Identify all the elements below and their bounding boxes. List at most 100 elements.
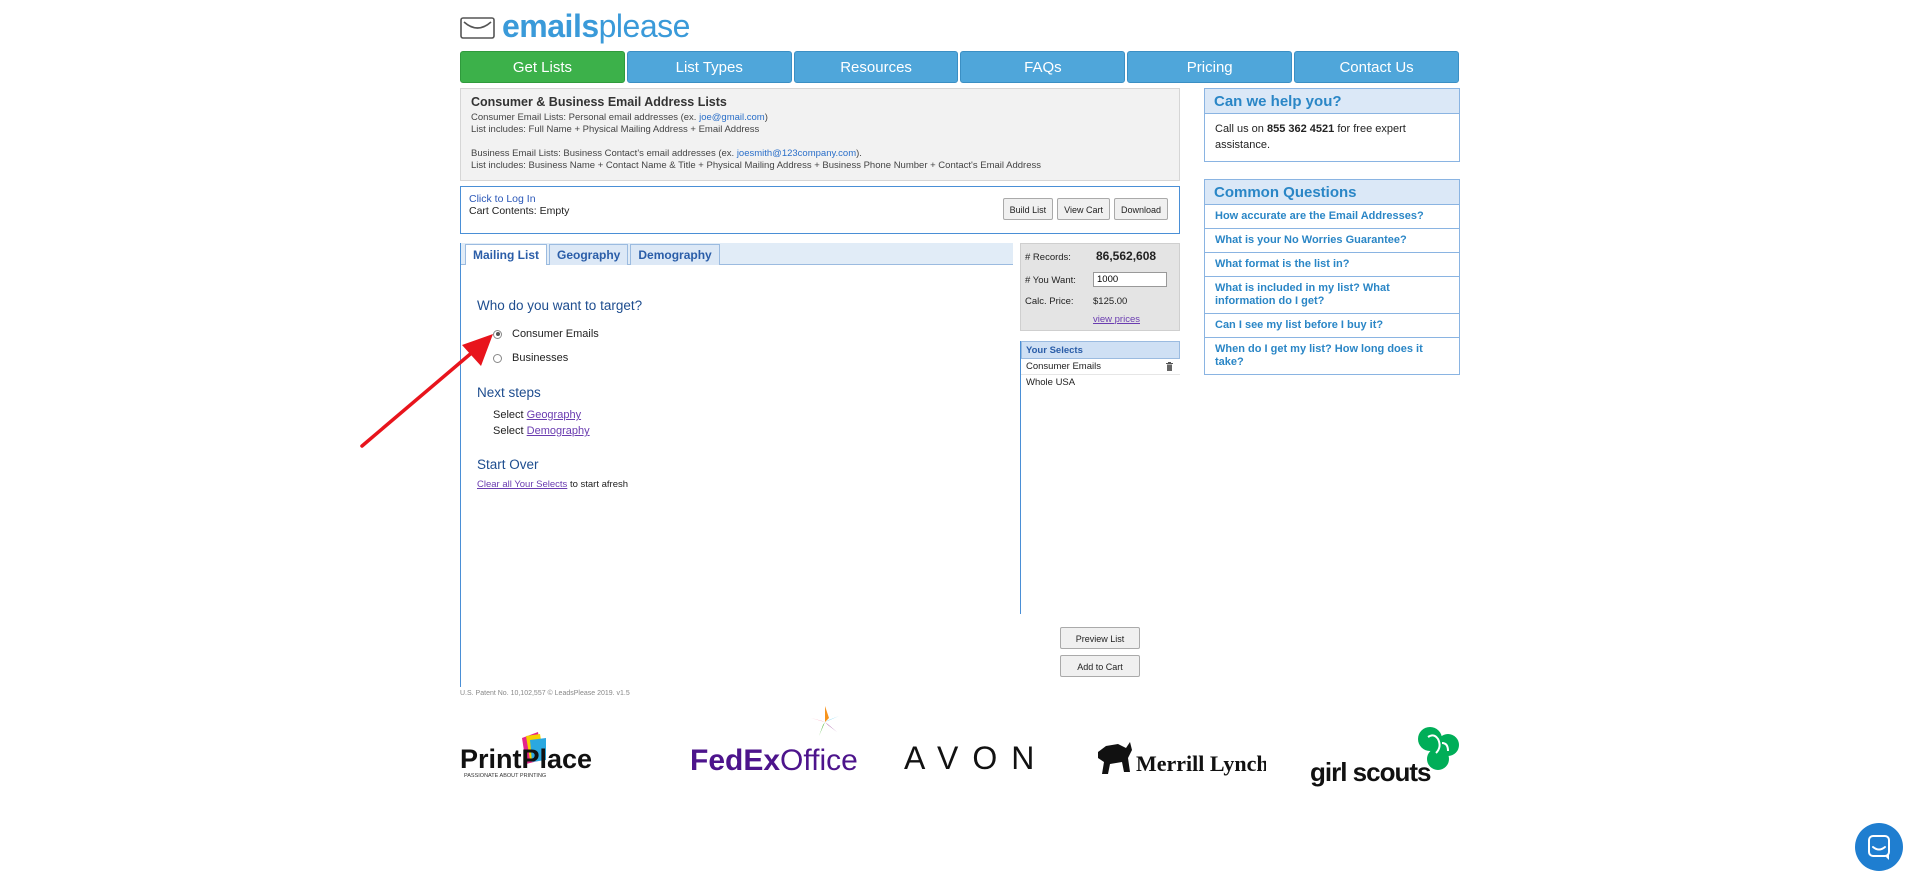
girl-scouts-wordmark: girl scouts bbox=[1310, 757, 1431, 787]
main-nav: Get Lists List Types Resources FAQs Pric… bbox=[460, 51, 1459, 83]
fedex-part-office: Office bbox=[780, 744, 858, 777]
price-value: $125.00 bbox=[1093, 296, 1128, 307]
site-logo[interactable]: emailsplease bbox=[460, 6, 690, 46]
add-to-cart-button[interactable]: Add to Cart bbox=[1060, 655, 1140, 677]
faq-link[interactable]: What format is the list in? bbox=[1205, 253, 1459, 277]
bull-icon bbox=[1098, 742, 1132, 774]
merrill-lynch-logo-graphic: Merrill Lynch bbox=[1098, 742, 1269, 776]
step-demography-prefix: Select bbox=[493, 425, 527, 437]
step-geography-prefix: Select bbox=[493, 409, 527, 421]
fedex-wordmark: FedExOffice bbox=[690, 744, 858, 777]
select-item: Whole USA bbox=[1021, 375, 1180, 390]
nav-list-types[interactable]: List Types bbox=[626, 51, 792, 83]
records-panel: # Records: 86,562,608 # You Want: Calc. … bbox=[1020, 243, 1180, 331]
printplace-logo-graphic: PrintPlace PASSIONATE ABOUT PRINTING bbox=[460, 732, 592, 779]
merrill-wordmark: Merrill Lynch bbox=[1136, 751, 1266, 776]
select-item-label: Consumer Emails bbox=[1026, 361, 1101, 372]
common-questions-heading: Common Questions bbox=[1205, 180, 1459, 205]
girl-scouts-logo-graphic: girl scouts bbox=[1310, 727, 1459, 787]
demography-link[interactable]: Demography bbox=[527, 425, 590, 437]
fedex-office-logo-graphic: FedExOffice bbox=[690, 706, 858, 777]
consumer-line-prefix: Consumer Email Lists: Personal email add… bbox=[471, 112, 700, 123]
girl-scouts-logo: girl scouts bbox=[1310, 725, 1462, 792]
faq-link[interactable]: Can I see my list before I buy it? bbox=[1205, 314, 1459, 338]
next-steps-heading: Next steps bbox=[477, 385, 541, 400]
logo-part-emails: emails bbox=[502, 8, 599, 44]
fedex-office-logo: FedExOffice bbox=[690, 704, 860, 785]
help-text: Call us on 855 362 4521 for free expert … bbox=[1205, 114, 1459, 160]
account-bar: Click to Log In Cart Contents: Empty Bui… bbox=[460, 186, 1180, 234]
consumer-description: Consumer Email Lists: Personal email add… bbox=[471, 112, 1169, 124]
help-heading: Can we help you? bbox=[1205, 89, 1459, 114]
download-button[interactable]: Download bbox=[1113, 198, 1168, 220]
target-question: Who do you want to target? bbox=[477, 298, 643, 313]
business-example-link[interactable]: joesmith@123company.com bbox=[737, 148, 856, 159]
start-over-heading: Start Over bbox=[477, 457, 539, 472]
fedex-part-fedex: FedEx bbox=[690, 744, 780, 777]
faq-link[interactable]: When do I get my list? How long does it … bbox=[1205, 338, 1459, 374]
help-text-prefix: Call us on bbox=[1215, 123, 1267, 135]
businesses-radio[interactable] bbox=[493, 353, 502, 363]
records-label: # Records: bbox=[1025, 252, 1071, 263]
builder-tabs: Mailing List Geography Demography bbox=[461, 243, 1013, 265]
price-label: Calc. Price: bbox=[1025, 296, 1074, 307]
business-line-suffix: ). bbox=[856, 148, 862, 159]
clear-selects-link[interactable]: Clear all Your Selects bbox=[477, 479, 567, 490]
business-line-prefix: Business Email Lists: Business Contact's… bbox=[471, 148, 737, 159]
business-includes: List includes: Business Name + Contact N… bbox=[471, 160, 1041, 171]
nav-resources[interactable]: Resources bbox=[793, 51, 959, 83]
nav-faqs[interactable]: FAQs bbox=[960, 51, 1126, 83]
your-selects-heading: Your Selects bbox=[1021, 341, 1180, 359]
faq-link[interactable]: How accurate are the Email Addresses? bbox=[1205, 205, 1459, 229]
preview-list-button[interactable]: Preview List bbox=[1060, 627, 1140, 649]
want-label: # You Want: bbox=[1025, 275, 1076, 286]
tab-geography[interactable]: Geography bbox=[549, 244, 629, 265]
select-item: Consumer Emails bbox=[1021, 359, 1180, 375]
consumer-line-suffix: ) bbox=[764, 112, 768, 123]
nav-get-lists[interactable]: Get Lists bbox=[460, 51, 625, 83]
info-title: Consumer & Business Email Address Lists bbox=[471, 95, 727, 109]
quantity-input[interactable] bbox=[1093, 272, 1167, 287]
client-logos: PrintPlace PASSIONATE ABOUT PRINTING Fed… bbox=[460, 700, 1460, 790]
nav-contact-us[interactable]: Contact Us bbox=[1294, 51, 1459, 83]
merrill-lynch-logo: Merrill Lynch bbox=[1096, 738, 1269, 787]
consumer-emails-radio[interactable] bbox=[493, 329, 502, 339]
records-value: 86,562,608 bbox=[1096, 249, 1157, 263]
geography-link[interactable]: Geography bbox=[527, 409, 581, 421]
build-list-button[interactable]: Build List bbox=[1002, 198, 1054, 220]
printplace-wordmark: PrintPlace bbox=[460, 744, 592, 774]
step-demography: Select Demography bbox=[493, 425, 590, 437]
view-prices-link[interactable]: view prices bbox=[1093, 314, 1140, 325]
logo-text: emailsplease bbox=[502, 6, 690, 46]
clear-selects-suffix: to start afresh bbox=[567, 479, 629, 490]
view-cart-button[interactable]: View Cart bbox=[1057, 198, 1110, 220]
trash-icon[interactable] bbox=[1166, 362, 1173, 371]
logo-part-please: please bbox=[598, 8, 691, 44]
footer-patent: U.S. Patent No. 10,102,557 © LeadsPlease… bbox=[460, 690, 630, 697]
chat-icon bbox=[1868, 835, 1890, 860]
list-info-box: Consumer & Business Email Address Lists … bbox=[460, 88, 1180, 181]
faq-link[interactable]: What is your No Worries Guarantee? bbox=[1205, 229, 1459, 253]
option-businesses[interactable]: Businesses bbox=[493, 352, 568, 364]
tab-demography[interactable]: Demography bbox=[630, 244, 720, 265]
printplace-logo: PrintPlace PASSIONATE ABOUT PRINTING bbox=[460, 730, 650, 785]
nav-pricing[interactable]: Pricing bbox=[1127, 51, 1293, 83]
consumer-emails-label: Consumer Emails bbox=[512, 328, 599, 340]
avon-logo: AVON bbox=[904, 740, 1049, 776]
option-consumer-emails[interactable]: Consumer Emails bbox=[493, 328, 599, 340]
common-questions-box: Common Questions How accurate are the Em… bbox=[1204, 179, 1460, 375]
help-phone[interactable]: 855 362 4521 bbox=[1267, 123, 1334, 135]
clear-selects-line: Clear all Your Selects to start afresh bbox=[477, 479, 628, 490]
help-box: Can we help you? Call us on 855 362 4521… bbox=[1204, 88, 1460, 162]
faq-link[interactable]: What is included in my list? What inform… bbox=[1205, 277, 1459, 314]
step-geography: Select Geography bbox=[493, 409, 581, 421]
printplace-tagline: PASSIONATE ABOUT PRINTING bbox=[464, 773, 546, 779]
consumer-includes: List includes: Full Name + Physical Mail… bbox=[471, 124, 760, 135]
select-item-label: Whole USA bbox=[1026, 377, 1076, 388]
business-description: Business Email Lists: Business Contact's… bbox=[471, 148, 1169, 160]
your-selects-panel: Your Selects Consumer Emails Whole USA bbox=[1020, 341, 1180, 614]
envelope-icon bbox=[460, 17, 495, 39]
tab-mailing-list[interactable]: Mailing List bbox=[465, 244, 547, 265]
chat-launcher-button[interactable] bbox=[1855, 823, 1903, 871]
consumer-example-link[interactable]: joe@gmail.com bbox=[699, 112, 765, 123]
